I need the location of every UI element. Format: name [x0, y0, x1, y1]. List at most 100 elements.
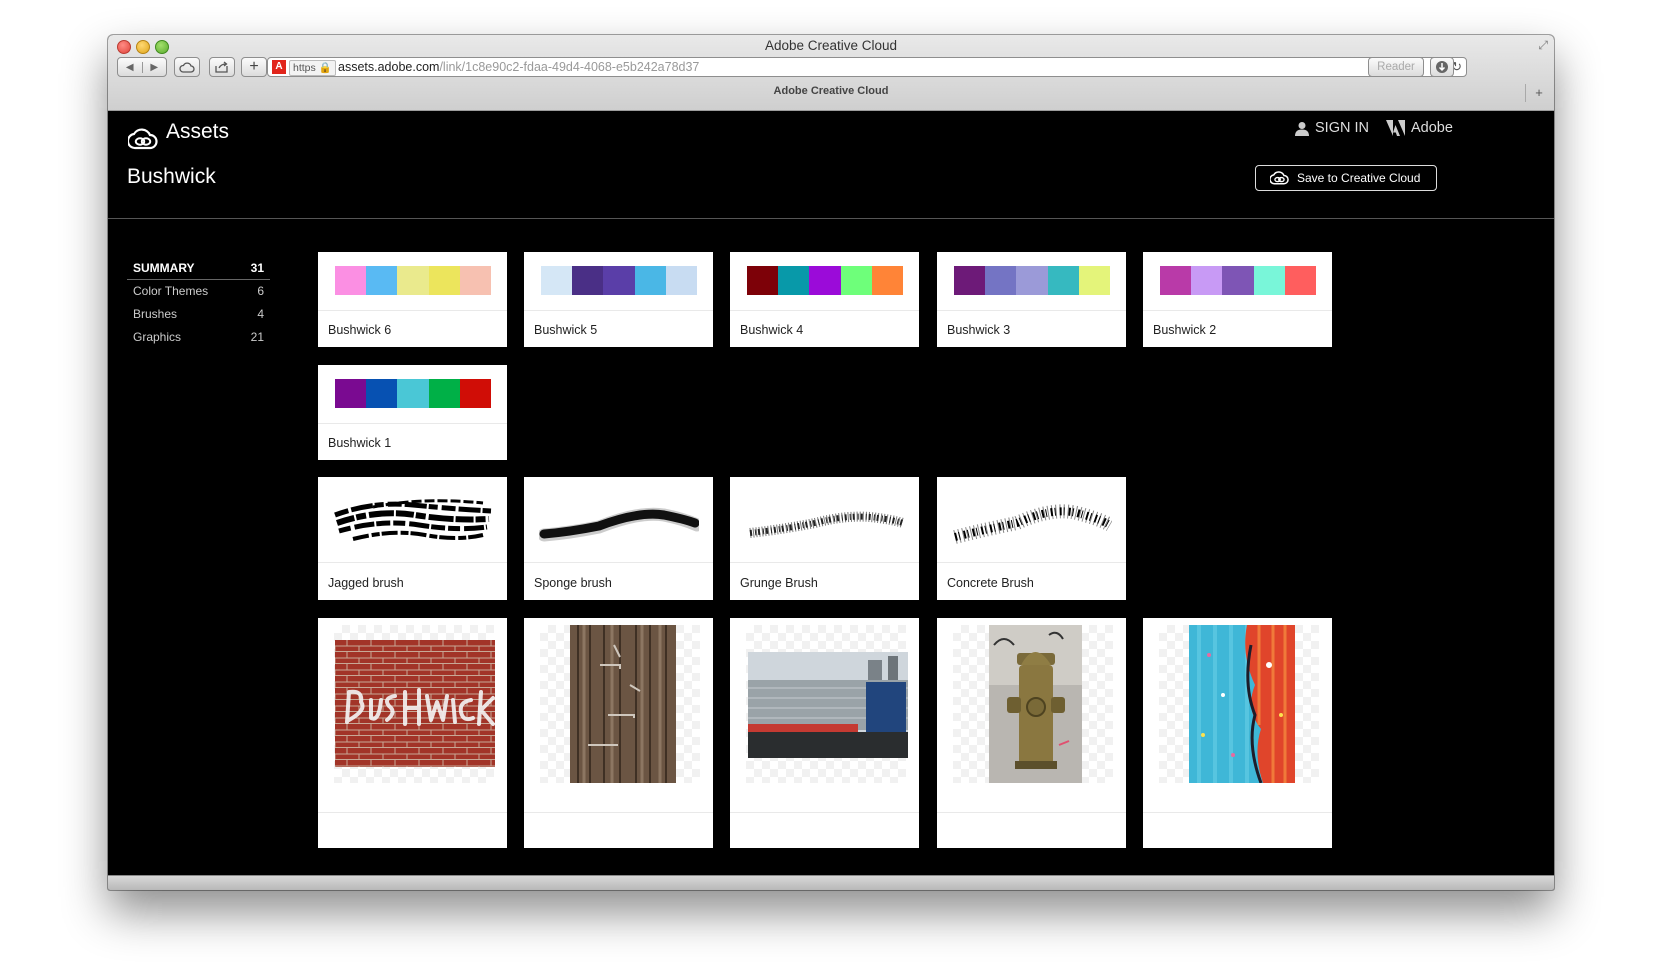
save-button-label: Save to Creative Cloud: [1297, 171, 1421, 185]
tab-active[interactable]: Adobe Creative Cloud: [108, 85, 1554, 97]
tab-bar: Adobe Creative Cloud +: [108, 83, 1554, 107]
creative-cloud-icon: [1270, 171, 1289, 185]
fire-hydrant-image: [989, 625, 1082, 783]
color-swatch: [1253, 266, 1285, 295]
color-swatches: [1160, 266, 1317, 295]
page-title: Bushwick: [127, 165, 216, 188]
color-theme-card[interactable]: Bushwick 1: [318, 365, 507, 460]
window-title: Adobe Creative Cloud: [764, 38, 898, 53]
sidebar-item-count: 6: [257, 284, 264, 298]
color-swatch: [1284, 266, 1317, 295]
sponge-brush-stroke: [539, 507, 699, 542]
graphic-card[interactable]: [730, 618, 919, 848]
color-swatches: [954, 266, 1111, 295]
color-swatch: [634, 266, 666, 295]
color-swatch: [397, 379, 429, 408]
back-forward-buttons[interactable]: ◀ ▶: [117, 57, 167, 77]
color-swatch: [871, 266, 904, 295]
new-tab-button[interactable]: +: [1525, 84, 1552, 102]
adobe-label: Adobe: [1411, 120, 1453, 136]
color-swatches: [335, 266, 492, 295]
brush-name: Grunge Brush: [740, 576, 818, 590]
color-theme-card[interactable]: Bushwick 2: [1143, 252, 1332, 347]
brush-name: Concrete Brush: [947, 576, 1034, 590]
color-swatch: [366, 379, 398, 408]
app-header: Assets Bushwick SIGN IN Adobe Save to Cr…: [108, 110, 1554, 219]
download-icon: [1436, 61, 1448, 73]
color-swatch: [809, 266, 841, 295]
building-facade-image: [748, 652, 908, 758]
url-text[interactable]: assets.adobe.com/link/1c8e90c2-fdaa-49d4…: [338, 58, 699, 76]
sidebar-item-brushes[interactable]: Brushes 4: [127, 303, 270, 326]
brick-wall-graffiti-image: [335, 640, 495, 767]
color-swatch: [459, 266, 492, 295]
color-swatch: [778, 266, 810, 295]
adobe-favicon-icon: A: [272, 60, 286, 74]
wooden-pole-image: [570, 625, 676, 783]
brush-card[interactable]: Jagged brush: [318, 477, 507, 600]
sidebar-item-count: 4: [257, 307, 264, 321]
user-icon: [1295, 121, 1309, 136]
sidebar-item-label: SUMMARY: [133, 261, 195, 275]
theme-name: Bushwick 6: [328, 323, 392, 337]
sidebar-item-label: Brushes: [133, 307, 178, 321]
color-theme-card[interactable]: Bushwick 6: [318, 252, 507, 347]
jagged-brush-stroke: [334, 499, 492, 541]
color-swatch: [840, 266, 872, 295]
browser-window: Adobe Creative Cloud ⤢ ◀ ▶ + A https 🔒 a…: [108, 35, 1554, 890]
window-bottom-bar: [108, 875, 1554, 890]
sidebar-item-count: 21: [250, 330, 264, 344]
graphic-card[interactable]: [318, 618, 507, 848]
color-theme-card[interactable]: Bushwick 5: [524, 252, 713, 347]
https-badge: https 🔒: [289, 60, 336, 76]
address-bar[interactable]: A https 🔒 assets.adobe.com/link/1c8e90c2…: [267, 57, 1467, 77]
color-swatch: [335, 379, 367, 408]
brush-card[interactable]: Grunge Brush: [730, 477, 919, 600]
sidebar-item-summary[interactable]: SUMMARY 31: [127, 257, 270, 280]
downloads-button[interactable]: [1430, 57, 1454, 77]
save-to-creative-cloud-button[interactable]: Save to Creative Cloud: [1255, 165, 1437, 191]
adobe-logo-icon: [1386, 120, 1405, 136]
sidebar-item-color-themes[interactable]: Color Themes 6: [127, 280, 270, 303]
creative-cloud-logo-icon[interactable]: [128, 128, 158, 150]
color-theme-card[interactable]: Bushwick 4: [730, 252, 919, 347]
color-swatch: [665, 266, 698, 295]
graphic-card[interactable]: [524, 618, 713, 848]
color-theme-card[interactable]: Bushwick 3: [937, 252, 1126, 347]
color-swatch: [1078, 266, 1111, 295]
brush-name: Jagged brush: [328, 576, 404, 590]
reader-button[interactable]: Reader: [1368, 57, 1424, 77]
browser-toolbar: Adobe Creative Cloud ⤢ ◀ ▶ + A https 🔒 a…: [108, 35, 1554, 111]
color-swatches: [541, 266, 698, 295]
graphic-card[interactable]: [1143, 618, 1332, 848]
adobe-link[interactable]: Adobe: [1386, 120, 1453, 136]
color-swatch: [459, 379, 492, 408]
forward-icon[interactable]: ▶: [143, 62, 167, 73]
add-bookmark-button[interactable]: +: [241, 57, 267, 77]
sidebar-item-count: 31: [250, 261, 264, 275]
sign-in-link[interactable]: SIGN IN: [1295, 120, 1369, 136]
theme-name: Bushwick 5: [534, 323, 598, 337]
brush-card[interactable]: Sponge brush: [524, 477, 713, 600]
fullscreen-icon[interactable]: ⤢: [1538, 38, 1548, 53]
share-button[interactable]: [209, 57, 235, 77]
color-swatch: [1222, 266, 1254, 295]
color-swatches: [747, 266, 904, 295]
sidebar-item-label: Graphics: [133, 330, 182, 344]
color-swatch: [985, 266, 1017, 295]
graphic-card[interactable]: [937, 618, 1126, 848]
category-sidebar: SUMMARY 31 Color Themes 6 Brushes 4 Grap…: [127, 257, 270, 349]
share-icon: [215, 61, 228, 73]
plus-icon: +: [249, 58, 259, 75]
color-swatch: [572, 266, 604, 295]
color-swatch: [1047, 266, 1079, 295]
color-swatch: [541, 266, 573, 295]
brush-card[interactable]: Concrete Brush: [937, 477, 1126, 600]
color-swatch: [1191, 266, 1223, 295]
back-icon[interactable]: ◀: [118, 61, 143, 73]
sidebar-item-graphics[interactable]: Graphics 21: [127, 326, 270, 349]
theme-name: Bushwick 3: [947, 323, 1011, 337]
app-name[interactable]: Assets: [166, 120, 229, 144]
icloud-tabs-button[interactable]: [174, 57, 200, 77]
color-swatch: [428, 266, 460, 295]
